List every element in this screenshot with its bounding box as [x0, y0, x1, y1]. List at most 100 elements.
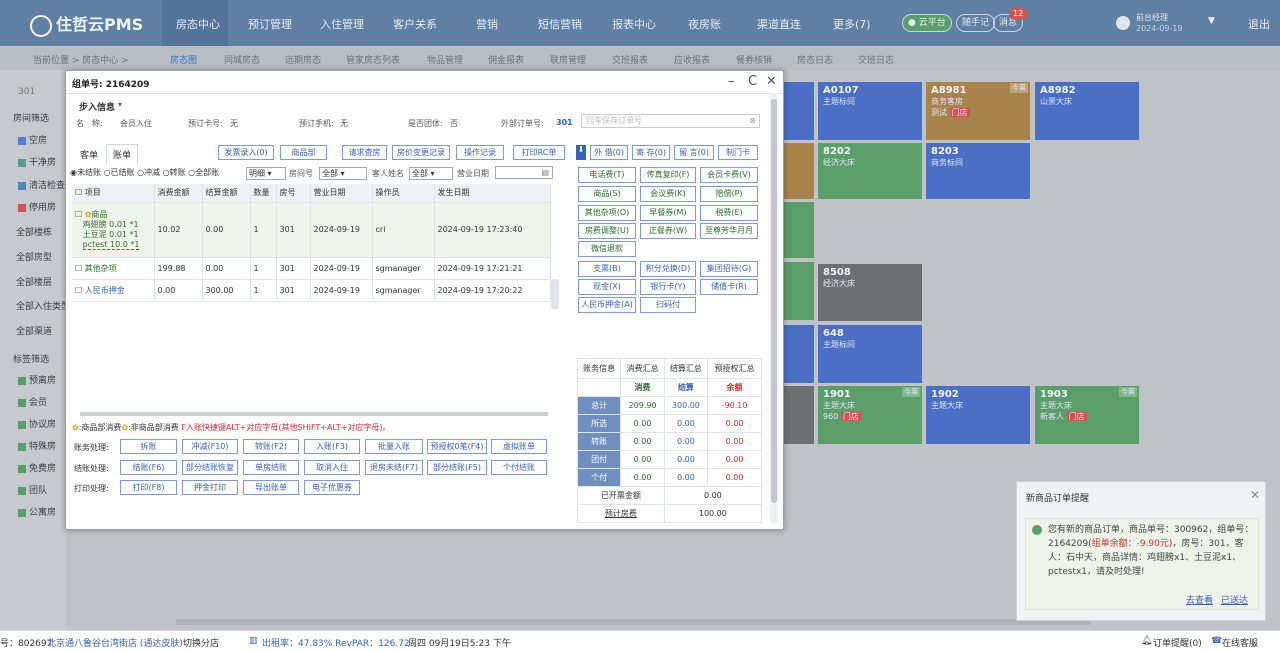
pre-auth-button[interactable]: 预授权0笔(F4)	[427, 439, 487, 454]
order-reminder-link[interactable]: 订单提醒(0)	[1153, 636, 1202, 649]
col-qty[interactable]: 数量	[250, 184, 277, 203]
partial-restore-button[interactable]: 部分结账恢复	[182, 460, 238, 475]
tab-shift-log[interactable]: 交班日志	[858, 53, 894, 66]
avatar[interactable]	[1116, 16, 1130, 30]
horizontal-scrollbar[interactable]	[176, 619, 1090, 625]
room-filter-select[interactable]: 全部 ▾	[319, 167, 367, 180]
table-horizontal-scrollbar[interactable]	[80, 412, 548, 416]
clear-icon[interactable]: ⊗	[749, 115, 756, 127]
room-tile[interactable]: 648 主题标间	[818, 325, 922, 383]
nav-item-more[interactable]: 更多(7)	[833, 16, 871, 32]
pay-points-button[interactable]: 积分兑换(D)	[640, 261, 696, 277]
sidebar-status-vacant[interactable]: 空房	[18, 133, 47, 146]
col-amount[interactable]: 消费金额	[154, 184, 203, 203]
nav-item-crm[interactable]: 客户关系	[393, 16, 437, 32]
charge-tax-button[interactable]: 税费(E)	[700, 205, 758, 221]
table-row[interactable]: ☐ 其他杂项 199.88 0.00 1 301 2024-09-19 sgma…	[72, 257, 551, 280]
user-menu-chevron-icon[interactable]: ▼	[1208, 16, 1215, 26]
export-bill-button[interactable]: 导出账单	[243, 480, 299, 495]
make-key-card-button[interactable]: 制门卡	[718, 145, 758, 160]
tab-receivables[interactable]: 应收报表	[674, 53, 710, 66]
charge-dinner-button[interactable]: 正餐券(W)	[640, 223, 696, 239]
nav-item-reports[interactable]: 报表中心	[612, 16, 656, 32]
filter-checkin-type[interactable]: 全部入住类型	[16, 299, 70, 312]
room-tile-partial[interactable]	[784, 262, 814, 320]
print-button[interactable]: 打印(F8)	[120, 480, 177, 495]
calendar-icon[interactable]: ▤	[541, 167, 549, 178]
close-icon[interactable]: ✕	[1250, 488, 1260, 502]
nav-item-checkin[interactable]: 入住管理	[320, 16, 364, 32]
sidebar-status-inspect[interactable]: 清洁检查	[18, 178, 65, 191]
scrollbar-thumb[interactable]	[771, 99, 777, 503]
charge-member-card-button[interactable]: 会员卡费(V)	[700, 167, 758, 183]
room-tile[interactable]: 今离 1901 主题大床 960 门店	[818, 386, 922, 444]
summary-tab-consumption[interactable]: 消费汇总	[620, 358, 665, 379]
split-bill-button[interactable]: 拆账	[120, 439, 177, 454]
goods-dept-button[interactable]: 商品部	[280, 145, 327, 160]
room-tile-partial[interactable]	[784, 143, 814, 199]
partial-settle-button[interactable]: 部分结账(F5)	[427, 460, 487, 475]
single-room-settle-button[interactable]: 单房结账	[243, 460, 299, 475]
nav-item-marketing[interactable]: 营销	[476, 16, 498, 32]
online-service-link[interactable]: 在线客服	[1222, 636, 1258, 649]
wechat-refund-button[interactable]: 微信退款	[578, 241, 636, 257]
tab-housekeeping-list[interactable]: 管家房态列表	[346, 53, 400, 66]
pay-bank-card-button[interactable]: 银行卡(Y)	[640, 279, 696, 295]
checkout-button[interactable]: 结账(F6)	[120, 460, 177, 475]
e-coupon-button[interactable]: 电子优惠券	[304, 480, 360, 495]
tab-room-status-map[interactable]: 房态图	[170, 53, 197, 66]
room-tile[interactable]: 8202 经济大床	[818, 143, 922, 199]
filter-channel[interactable]: 全部渠道	[16, 324, 52, 337]
room-tile-partial[interactable]	[784, 202, 814, 258]
col-item[interactable]: ☐ 项目	[72, 184, 155, 203]
room-tile[interactable]: 8203 商务标间	[926, 143, 1030, 199]
request-inspection-button[interactable]: 请求查房	[342, 145, 387, 160]
minimize-icon[interactable]: –	[728, 74, 735, 89]
room-tile-partial[interactable]	[784, 325, 814, 383]
radio-offset[interactable]: ○冲减	[137, 168, 160, 177]
print-rc-button[interactable]: 打印RC单	[513, 145, 565, 160]
tab-forward-status[interactable]: 远期房态	[285, 53, 321, 66]
guest-filter-select[interactable]: 全部 ▾	[409, 167, 453, 180]
offset-button[interactable]: 冲减(F10)	[182, 439, 238, 454]
col-room[interactable]: 房号	[276, 184, 311, 203]
room-tile[interactable]: 今离 1903 主题大床 新客人 门店	[1035, 386, 1139, 444]
pay-cash-button[interactable]: 现金(X)	[578, 279, 636, 295]
charge-fax-button[interactable]: 传真复印(F)	[640, 167, 696, 183]
nav-item-booking[interactable]: 预订管理	[248, 16, 292, 32]
radio-transfer[interactable]: ○转账	[163, 168, 186, 177]
charge-premium-button[interactable]: 至尊芳华月月	[700, 223, 758, 239]
tab-guest-order[interactable]: 客单	[80, 148, 98, 161]
radio-settled[interactable]: ○已结账	[104, 168, 135, 177]
tag-member[interactable]: 会员	[18, 395, 47, 408]
logout-link[interactable]: 退出	[1248, 16, 1270, 32]
pay-group-button[interactable]: 集团招待(G)	[700, 261, 758, 277]
charge-goods-button[interactable]: 商品(S)	[578, 186, 636, 202]
room-tile[interactable]: 1902 主题大床	[926, 386, 1030, 444]
checkout-unsettled-button[interactable]: 退房未结(F7)	[365, 460, 423, 475]
message-button[interactable]: 留 言(0)	[674, 145, 714, 160]
tab-status-log[interactable]: 房态日志	[797, 53, 833, 66]
refresh-icon[interactable]: C	[748, 74, 757, 89]
dialog-vertical-scrollbar[interactable]	[770, 93, 778, 523]
room-tile-partial[interactable]	[784, 82, 814, 140]
charge-meeting-button[interactable]: 会议费(K)	[640, 186, 696, 202]
pay-stored-value-button[interactable]: 储值卡(R)	[700, 279, 758, 295]
pay-scan-button[interactable]: 扫码付	[640, 297, 696, 313]
nav-item-room-status[interactable]: 房态中心	[176, 16, 220, 32]
date-filter-input[interactable]: ▤	[495, 166, 553, 179]
tab-commission[interactable]: 佣金报表	[488, 53, 524, 66]
individual-settle-button[interactable]: 个付结账	[491, 460, 547, 475]
tag-due-out[interactable]: 预离房	[18, 373, 56, 386]
tab-bill[interactable]: 账单	[106, 144, 139, 164]
filter-room-type[interactable]: 全部房型	[16, 250, 52, 263]
sidebar-status-disabled[interactable]: 停用房	[18, 200, 56, 213]
tab-linked-rooms[interactable]: 联房管理	[550, 53, 586, 66]
virtual-bill-button[interactable]: 虚拟账单	[491, 439, 547, 454]
col-date[interactable]: 营业日期	[310, 184, 373, 203]
tag-special[interactable]: 特殊房	[18, 439, 56, 452]
room-tile[interactable]: 8508 经济大床	[818, 264, 922, 321]
table-row[interactable]: ☐ 人民币押金 0.00 300.00 1 301 2024-09-19 sgm…	[72, 279, 551, 302]
tag-apartment[interactable]: 公寓房	[18, 505, 56, 518]
pay-check-button[interactable]: 支票(B)	[578, 261, 636, 277]
